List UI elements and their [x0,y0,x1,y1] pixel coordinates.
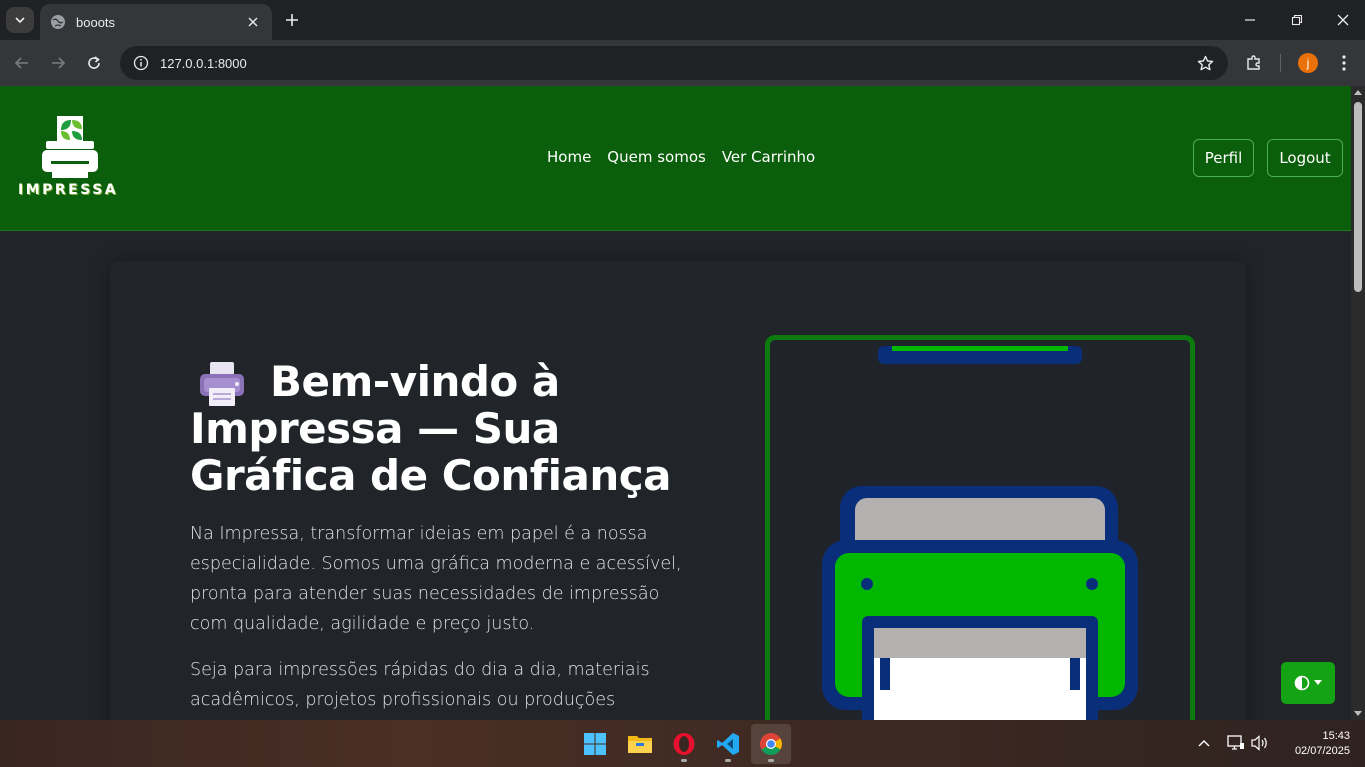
chevron-up-icon [1198,740,1210,747]
arrow-right-icon [52,57,66,69]
browser-menu-button[interactable] [1332,51,1356,75]
site-info-icon[interactable] [124,46,158,80]
reload-icon [88,56,100,69]
new-tab-button[interactable] [282,10,302,30]
volume-button[interactable] [1249,732,1271,754]
extensions-button[interactable] [1242,51,1266,75]
taskbar-clock[interactable]: 15:43 02/07/2025 [1280,729,1350,759]
address-bar[interactable]: 127.0.0.1:8000 [120,46,1228,80]
url-text: 127.0.0.1:8000 [160,55,247,71]
caret-down-icon [1314,680,1322,685]
vscode-icon [717,733,739,755]
nav-ver-carrinho-link[interactable]: Ver Carrinho [722,148,815,166]
toolbar-separator [1280,54,1281,72]
restore-button[interactable] [1285,8,1309,32]
volume-icon [1251,735,1267,751]
vscode-button[interactable] [708,724,748,764]
nav-home-link[interactable]: Home [547,148,591,166]
nav-quem-somos-link[interactable]: Quem somos [607,148,706,166]
file-explorer-icon [628,736,652,753]
network-icon [1227,735,1244,750]
running-indicator [768,759,774,762]
opera-icon [673,733,695,755]
more-vertical-icon [1342,55,1346,71]
hero-title: Bem-vindo à Impressa — Sua Gráfica de Co… [190,357,671,500]
main-nav: Home Quem somos Ver Carrinho [547,148,815,166]
hero-paragraph-2: Seja para impressões rápidas do dia a di… [190,660,650,710]
contrast-icon [1294,675,1310,691]
globe-icon [51,15,65,29]
tab-title: booots [76,14,116,30]
profile-avatar: j [1298,53,1318,73]
arrow-left-icon [14,57,28,69]
tab-search-button[interactable] [6,7,34,33]
back-button[interactable] [10,51,34,75]
opera-button[interactable] [664,724,704,764]
theme-toggle-button[interactable] [1281,662,1335,704]
windows-taskbar: 15:43 02/07/2025 [0,720,1365,767]
page-scrollbar[interactable] [1351,86,1365,720]
minimize-button[interactable] [1238,8,1262,32]
puzzle-icon [1247,55,1260,70]
page-viewport: IMPRESSA Home Quem somos Ver Carrinho Pe… [0,86,1351,720]
running-indicator [681,759,687,762]
close-window-button[interactable] [1331,8,1355,32]
chrome-button[interactable] [751,724,791,764]
hero-paragraph-1: Na Impressa, transformar ideias em papel… [190,524,682,634]
scroll-down-icon[interactable] [1354,711,1362,716]
browser-tab[interactable]: booots [40,4,272,40]
clock-time: 15:43 [1322,730,1350,742]
site-header: IMPRESSA Home Quem somos Ver Carrinho Pe… [0,86,1351,231]
chevron-down-icon [15,17,25,24]
file-explorer-button[interactable] [620,724,660,764]
minimize-icon [1245,19,1255,21]
windows-start-button[interactable] [575,724,615,764]
restore-icon [1291,14,1303,26]
bookmark-star-icon[interactable] [1188,46,1222,80]
windows-start-icon [584,733,606,755]
plus-icon [286,14,298,26]
close-icon [1337,14,1349,26]
printer-illustration-icon [822,346,1138,720]
perfil-button[interactable]: Perfil [1193,139,1254,177]
network-button[interactable] [1225,732,1247,754]
forward-button[interactable] [46,51,70,75]
reload-button[interactable] [82,51,106,75]
logo-text: IMPRESSA [18,182,119,198]
scrollbar-thumb[interactable] [1354,102,1362,292]
scroll-up-icon[interactable] [1354,90,1362,95]
profile-button[interactable]: j [1296,51,1320,75]
logout-button[interactable]: Logout [1267,139,1343,177]
browser-tabbar: booots [0,0,1365,40]
browser-toolbar: 127.0.0.1:8000 j [0,40,1365,86]
show-hidden-icons-button[interactable] [1193,732,1215,754]
clock-date: 02/07/2025 [1294,745,1350,757]
printer-illustration [765,335,1195,720]
running-indicator [725,759,731,762]
chrome-icon [760,733,782,755]
tab-close-icon[interactable] [244,13,262,31]
